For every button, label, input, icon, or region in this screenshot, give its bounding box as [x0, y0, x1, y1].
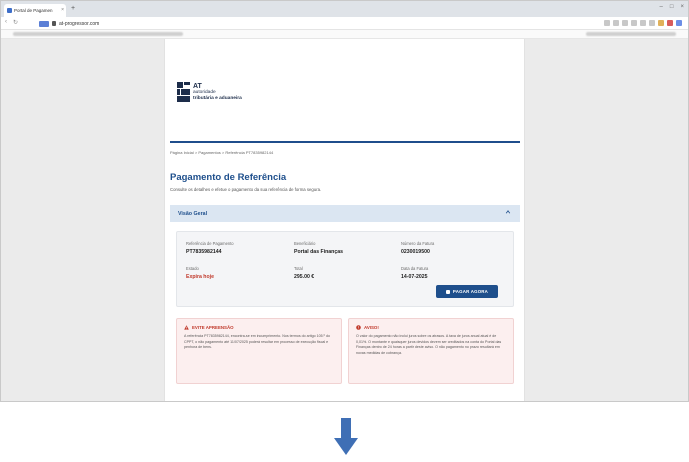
url-text: at-progressor.com	[59, 20, 100, 27]
down-arrow-icon	[334, 418, 358, 455]
status-field: Estado Expira hoje	[186, 266, 214, 280]
alert-title: EVITE APREENSÃO	[192, 325, 234, 330]
page-title: Pagamento de Referência	[170, 172, 287, 183]
overview-accordion-header[interactable]: Visão Geral	[170, 205, 520, 222]
extension-icon[interactable]	[640, 20, 646, 26]
alert-circle-icon	[356, 325, 361, 330]
extension-icons	[604, 20, 682, 26]
at-logo[interactable]: AT autoridade tributária e aduaneira	[177, 82, 242, 102]
extension-icon[interactable]	[613, 20, 619, 26]
tab-title: Portal de Pagamen	[14, 8, 53, 13]
field-label: Beneficiário	[294, 241, 316, 246]
bookmarks-bar	[1, 30, 688, 39]
invoice-number-field: Número da Fatura 0230019500	[401, 241, 434, 255]
alert-title: AVISO!	[364, 325, 379, 330]
field-label: Número da Fatura	[401, 241, 435, 246]
reference-field: Referência de Pagamento PT7835982144	[186, 241, 234, 255]
extension-icon[interactable]	[667, 20, 673, 26]
at-emblem-icon	[177, 82, 190, 102]
tab-bar: Portal de Pagamen × + – □ ×	[1, 1, 688, 17]
breadcrumb[interactable]: Página Inicial > Pagamentos > Referência…	[170, 150, 273, 155]
invoice-date-field: Data da Fatura 14-07-2025	[401, 266, 428, 280]
field-label: Referência de Pagamento	[186, 241, 234, 246]
alert-body: A referência PT7835982144, encontra-se e…	[184, 334, 330, 350]
site-badge-icon	[39, 20, 49, 27]
browser-screenshot: Portal de Pagamen × + – □ × ‹ ↻ at-progr…	[0, 0, 689, 402]
address-bar-row: ‹ ↻ at-progressor.com	[1, 17, 688, 30]
lock-icon[interactable]	[52, 21, 56, 26]
tab-close-icon[interactable]: ×	[61, 7, 64, 13]
header-divider	[170, 141, 520, 143]
back-icon[interactable]: ‹	[5, 19, 7, 26]
chevron-up-icon[interactable]	[505, 209, 511, 215]
page-subtitle: Consulte os detalhes e efetue o pagament…	[170, 187, 322, 192]
window-controls: – □ ×	[660, 4, 684, 10]
pay-now-label: PAGAR AGORA	[452, 289, 489, 294]
favicon-icon	[7, 8, 12, 13]
alert-body: O valor do pagamento não inclui juros so…	[356, 334, 502, 355]
web-page: AT autoridade tributária e aduaneira Pág…	[164, 39, 525, 401]
extension-icon[interactable]	[649, 20, 655, 26]
field-value: PT7835982144	[186, 249, 222, 255]
address-bar[interactable]: at-progressor.com	[39, 19, 159, 28]
reload-icon[interactable]: ↻	[13, 19, 18, 26]
field-label: Total	[294, 266, 303, 271]
pay-now-button[interactable]: PAGAR AGORA	[436, 285, 498, 298]
blurred-bookmarks	[13, 32, 183, 36]
extension-icon[interactable]	[631, 20, 637, 26]
logo-line-2: tributária e aduaneira	[193, 95, 242, 101]
minimize-button[interactable]: –	[660, 4, 663, 10]
status-badge: Expira hoje	[186, 274, 214, 280]
warning-icon	[184, 325, 189, 330]
extension-icon[interactable]	[658, 20, 664, 26]
field-value: 295.00 €	[294, 274, 315, 280]
extension-icon[interactable]	[622, 20, 628, 26]
logo-abbr: AT	[193, 83, 202, 90]
extension-icon[interactable]	[604, 20, 610, 26]
field-value: Portal das Finanças	[294, 249, 344, 255]
lock-icon	[445, 289, 450, 294]
total-field: Total 295.00 €	[294, 266, 314, 280]
payment-details-card: Referência de Pagamento PT7835982144 Ben…	[176, 231, 514, 307]
field-value: 14-07-2025	[401, 274, 428, 280]
close-window-button[interactable]: ×	[680, 4, 684, 10]
browser-tab[interactable]: Portal de Pagamen ×	[4, 4, 66, 17]
extension-icon[interactable]	[676, 20, 682, 26]
field-value: 0230019500	[401, 249, 430, 255]
nav-buttons: ‹ ↻	[5, 19, 18, 26]
beneficiary-field: Beneficiário Portal das Finanças	[294, 241, 343, 255]
blurred-bookmarks	[586, 32, 676, 36]
new-tab-button[interactable]: +	[69, 5, 77, 13]
notice-alert: AVISO! O valor do pagamento não inclui j…	[348, 318, 514, 384]
seizure-warning-alert: EVITE APREENSÃO A referência PT783598214…	[176, 318, 342, 384]
field-label: Estado	[186, 266, 199, 271]
maximize-button[interactable]: □	[670, 4, 674, 10]
field-label: Data da Fatura	[401, 266, 429, 271]
accordion-title: Visão Geral	[178, 210, 208, 217]
